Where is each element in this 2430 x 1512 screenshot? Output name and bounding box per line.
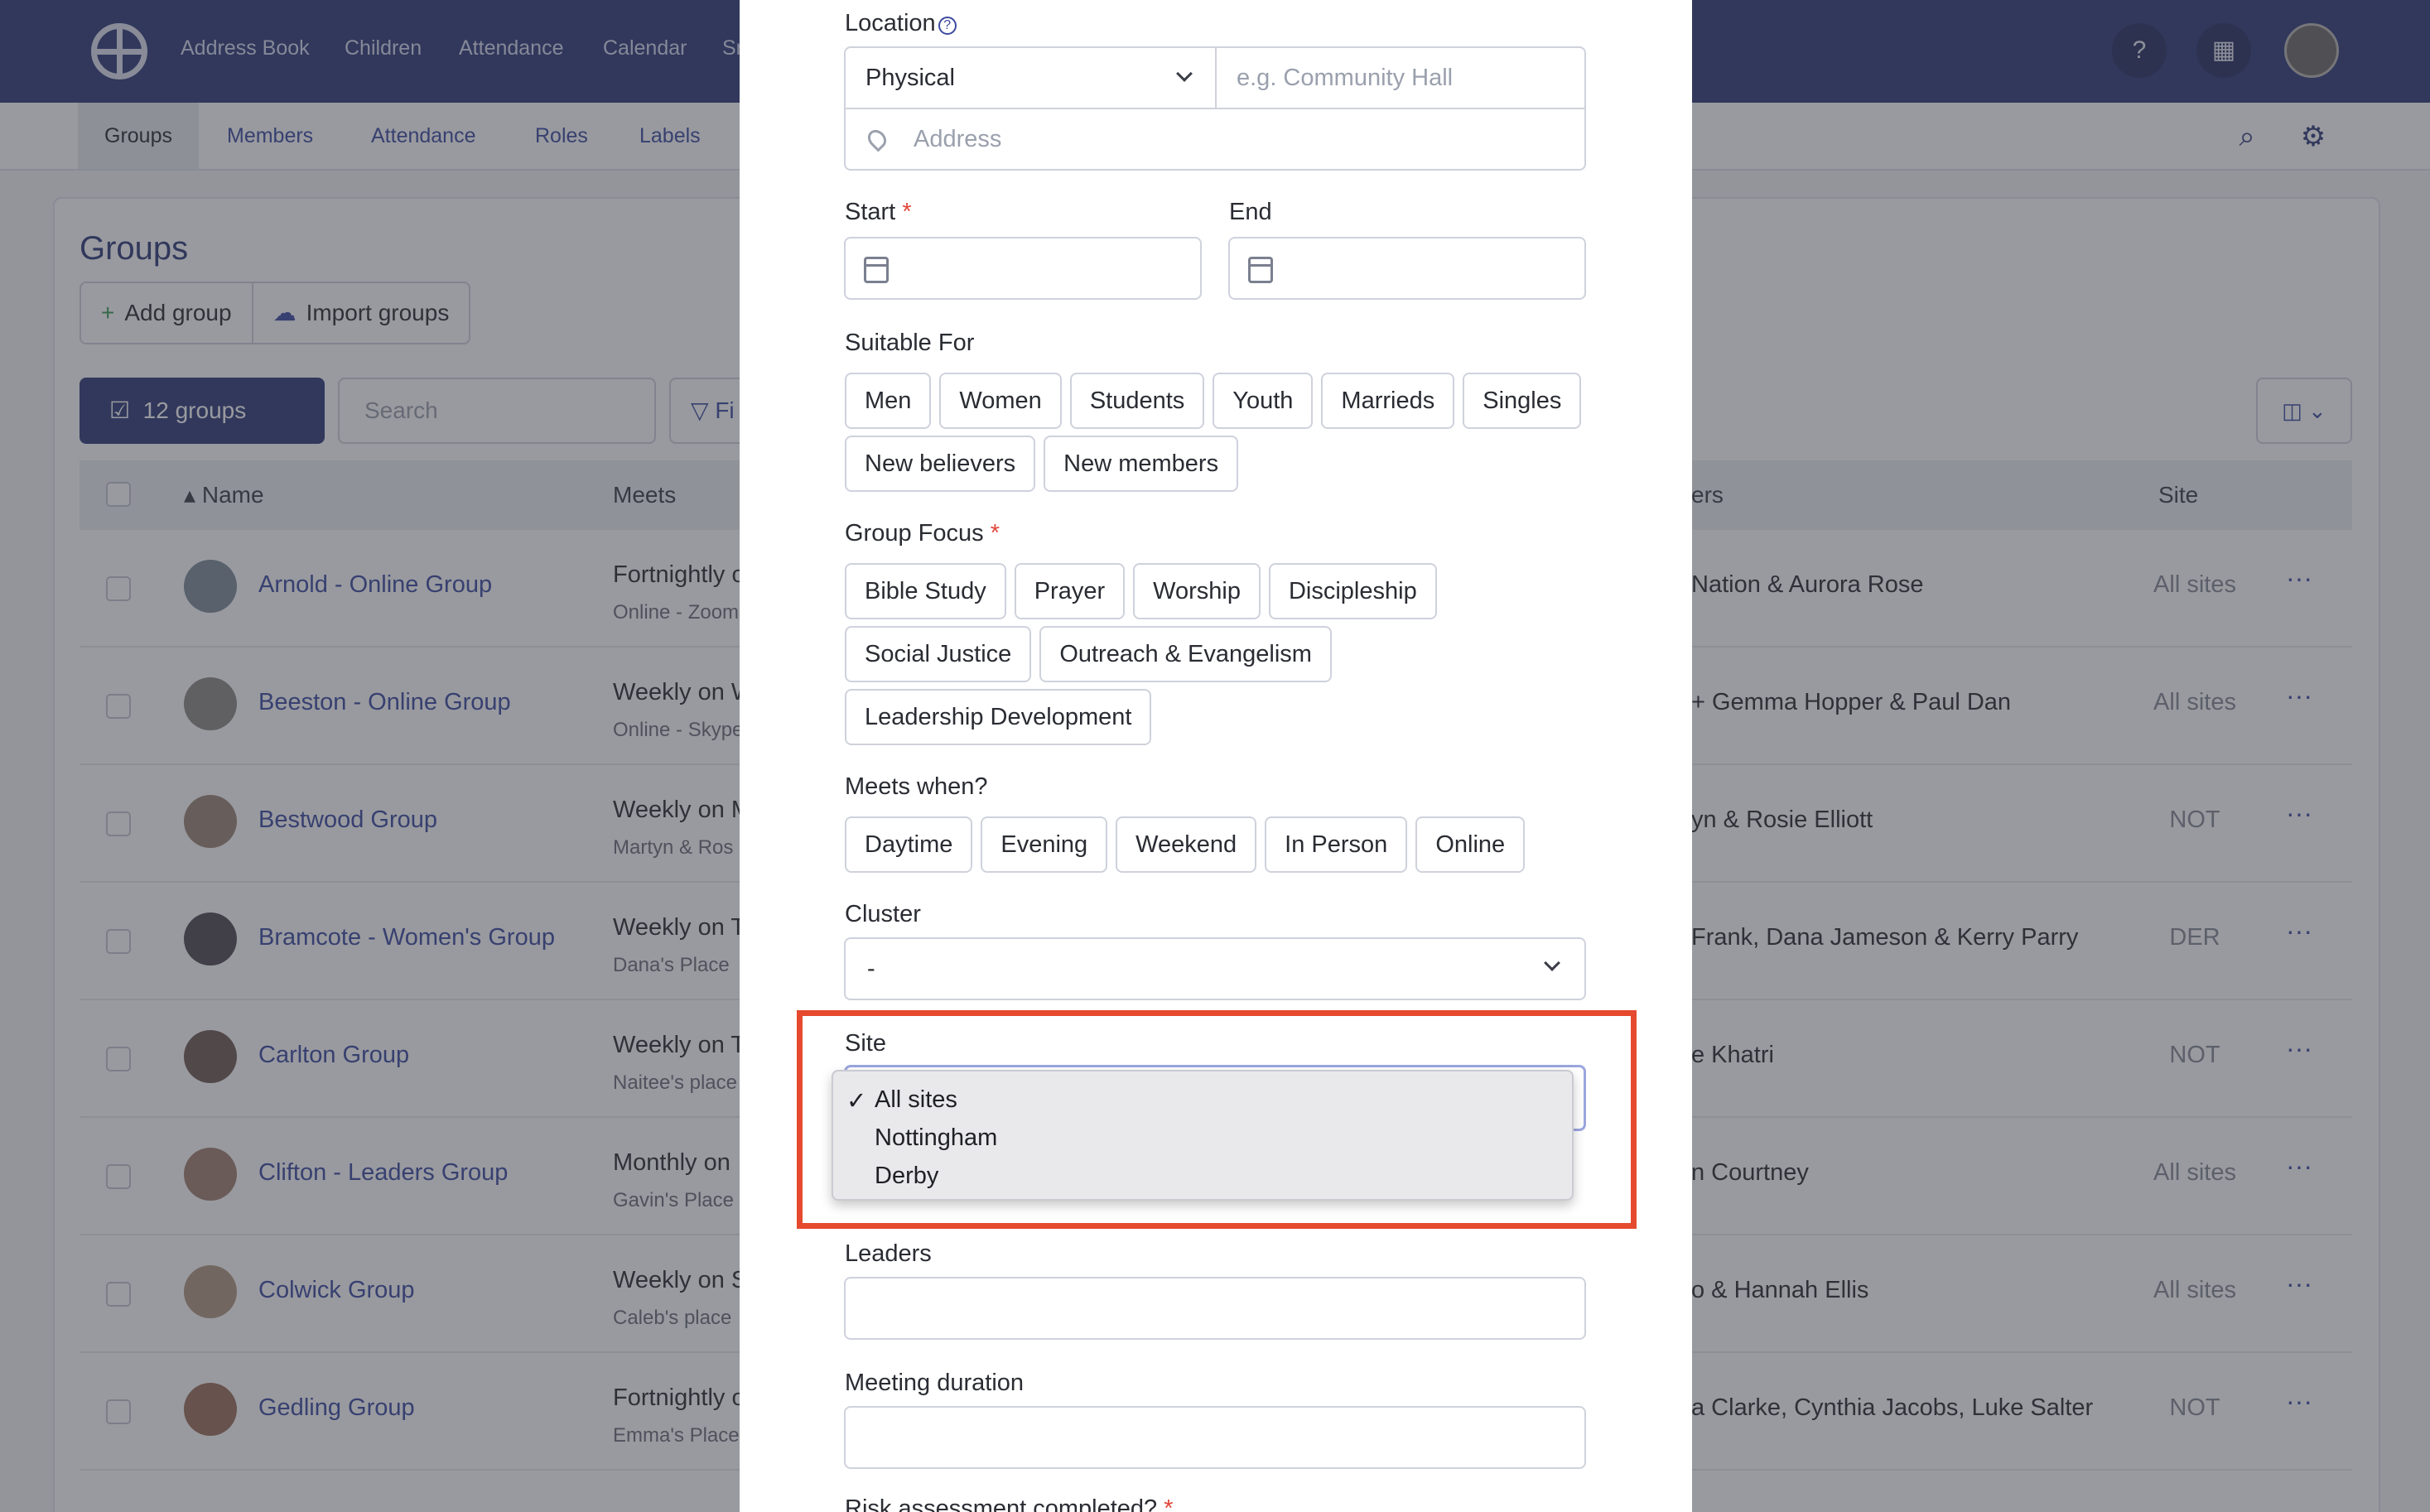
option-discipleship[interactable]: Discipleship — [1268, 563, 1437, 619]
option-worship[interactable]: Worship — [1133, 563, 1261, 619]
risk-assessment-label-text: Risk assessment completed? — [845, 1495, 1158, 1512]
option-singles[interactable]: Singles — [1463, 373, 1582, 429]
calendar-icon — [1248, 257, 1273, 283]
location-type-select[interactable]: Physical — [846, 48, 1217, 109]
meets-when-label: Meets when? — [845, 773, 988, 800]
cluster-label: Cluster — [845, 901, 921, 927]
group-focus-label-text: Group Focus — [845, 520, 984, 547]
start-label: Start * — [845, 199, 912, 226]
meeting-duration-input[interactable] — [844, 1406, 1586, 1469]
suitable-for-options-2: New believers New members — [845, 436, 1239, 492]
info-icon[interactable]: ? — [938, 17, 957, 35]
option-new-believers[interactable]: New believers — [845, 436, 1036, 492]
chevron-down-icon — [1544, 955, 1560, 971]
leaders-label: Leaders — [845, 1240, 932, 1267]
chevron-down-icon — [1176, 65, 1193, 82]
end-date-input[interactable] — [1228, 237, 1586, 300]
option-online[interactable]: Online — [1415, 816, 1526, 873]
option-leadership-development[interactable]: Leadership Development — [845, 689, 1152, 745]
address-placeholder: Address — [914, 126, 1002, 152]
site-option-derby[interactable]: Derby — [875, 1163, 938, 1190]
meeting-duration-label: Meeting duration — [845, 1370, 1025, 1396]
suitable-for-options: Men Women Students Youth Marrieds Single… — [845, 373, 1582, 429]
cluster-value: - — [867, 956, 875, 982]
start-date-input[interactable] — [844, 237, 1202, 300]
option-marrieds[interactable]: Marrieds — [1321, 373, 1455, 429]
required-mark: * — [990, 520, 1000, 547]
location-group: Physical e.g. Community Hall Address — [844, 46, 1586, 171]
group-focus-options: Bible Study Prayer Worship Discipleship — [845, 563, 1437, 619]
option-women[interactable]: Women — [939, 373, 1062, 429]
cluster-select[interactable]: - — [844, 937, 1586, 1000]
option-daytime[interactable]: Daytime — [845, 816, 973, 873]
group-focus-options-3: Leadership Development — [845, 689, 1152, 745]
option-new-members[interactable]: New members — [1044, 436, 1239, 492]
suitable-for-label: Suitable For — [845, 330, 975, 356]
leaders-input[interactable] — [844, 1277, 1586, 1340]
location-type-value: Physical — [865, 65, 955, 91]
option-weekend[interactable]: Weekend — [1116, 816, 1257, 873]
check-icon: ✓ — [846, 1088, 867, 1115]
calendar-icon — [864, 257, 889, 283]
option-social-justice[interactable]: Social Justice — [845, 626, 1032, 682]
map-pin-icon — [864, 126, 890, 152]
option-men[interactable]: Men — [845, 373, 932, 429]
option-outreach-evangelism[interactable]: Outreach & Evangelism — [1039, 626, 1332, 682]
option-youth[interactable]: Youth — [1213, 373, 1314, 429]
option-students[interactable]: Students — [1069, 373, 1205, 429]
risk-assessment-label: Risk assessment completed? * — [845, 1495, 1174, 1512]
site-option-all-sites[interactable]: All sites — [875, 1086, 957, 1114]
required-mark: * — [1164, 1495, 1174, 1512]
site-dropdown-menu: ✓ All sites Nottingham Derby — [832, 1070, 1574, 1201]
group-focus-label: Group Focus * — [845, 520, 1000, 547]
option-in-person[interactable]: In Person — [1265, 816, 1408, 873]
location-label: Location? — [845, 10, 957, 37]
option-evening[interactable]: Evening — [981, 816, 1108, 873]
option-bible-study[interactable]: Bible Study — [845, 563, 1006, 619]
address-input[interactable]: Address — [846, 109, 1584, 169]
location-name-input[interactable]: e.g. Community Hall — [1217, 48, 1584, 109]
meets-when-options: Daytime Evening Weekend In Person Online — [845, 816, 1526, 873]
end-label: End — [1229, 199, 1272, 225]
group-focus-options-2: Social Justice Outreach & Evangelism — [845, 626, 1332, 682]
required-mark: * — [902, 199, 912, 225]
start-label-text: Start — [845, 199, 896, 225]
location-label-text: Location — [845, 10, 936, 36]
site-option-nottingham[interactable]: Nottingham — [875, 1124, 997, 1152]
option-prayer[interactable]: Prayer — [1014, 563, 1126, 619]
location-name-placeholder: e.g. Community Hall — [1237, 65, 1454, 91]
